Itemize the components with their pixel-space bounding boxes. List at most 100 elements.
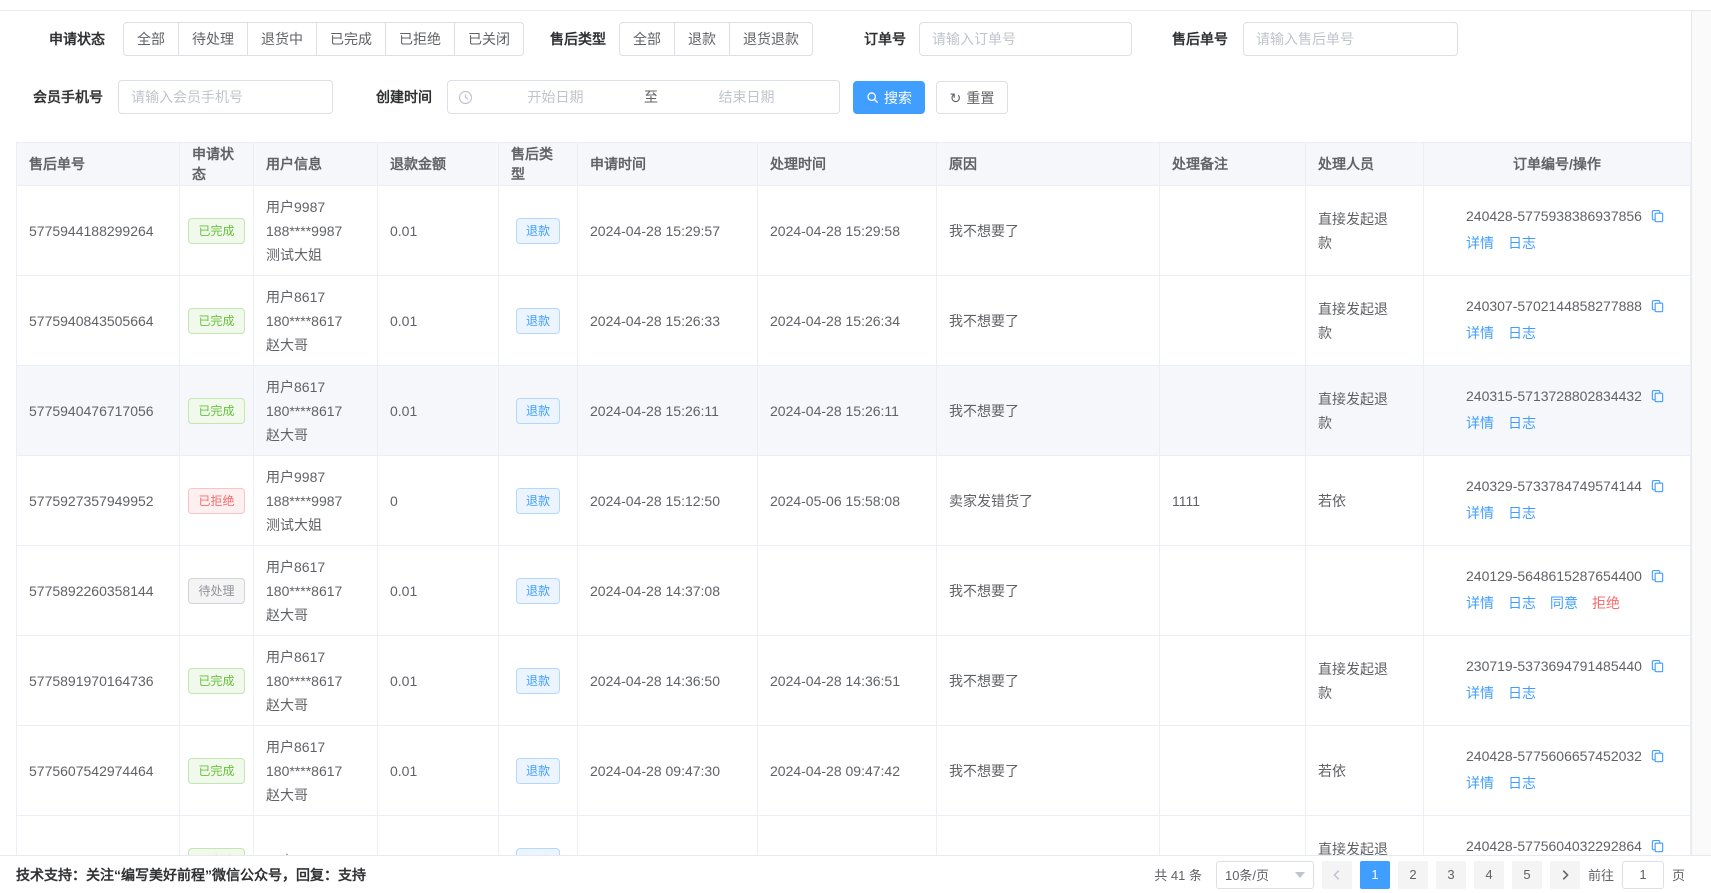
action-link[interactable]: 日志 bbox=[1508, 593, 1536, 613]
cell-type: 退款 bbox=[499, 366, 578, 456]
cell-user-info: 用户8617180****8617赵大哥 bbox=[254, 276, 378, 366]
cell-type: 退款 bbox=[499, 276, 578, 366]
action-link[interactable]: 日志 bbox=[1508, 233, 1536, 253]
service-no-input[interactable] bbox=[1243, 22, 1458, 56]
row-actions: 详情日志 bbox=[1466, 413, 1678, 433]
cell-remark bbox=[1160, 186, 1306, 276]
status-option-5[interactable]: 已关闭 bbox=[454, 22, 524, 56]
copy-icon[interactable] bbox=[1650, 209, 1665, 224]
handler-text: 若依 bbox=[1318, 759, 1346, 783]
cell-order-actions: 230719-5373694791485440详情日志 bbox=[1424, 636, 1691, 726]
cell-order-actions: 240329-5733784749574144详情日志 bbox=[1424, 456, 1691, 546]
type-option-1[interactable]: 退款 bbox=[674, 22, 730, 56]
pagination: 共 41 条 10条/页 12345 前往 页 bbox=[1154, 861, 1685, 889]
action-link[interactable]: 详情 bbox=[1466, 683, 1494, 703]
order-number: 240428-5775938386937856 bbox=[1466, 208, 1642, 224]
action-link[interactable]: 日志 bbox=[1508, 413, 1536, 433]
end-date-placeholder[interactable]: 结束日期 bbox=[664, 87, 829, 107]
status-option-3[interactable]: 已完成 bbox=[316, 22, 386, 56]
action-link[interactable]: 详情 bbox=[1466, 413, 1494, 433]
status-badge: 已完成 bbox=[188, 308, 244, 334]
cell-reason: 卖家发错货了 bbox=[937, 456, 1160, 546]
cell-handler: 直接发起退款 bbox=[1306, 366, 1424, 456]
action-link[interactable]: 详情 bbox=[1466, 233, 1494, 253]
page-button-2[interactable]: 2 bbox=[1398, 861, 1428, 889]
cell-service-no: 5775607542974464 bbox=[17, 726, 180, 816]
cell-apply-time: 2024-04-28 14:37:08 bbox=[578, 546, 758, 636]
copy-icon[interactable] bbox=[1650, 659, 1665, 674]
action-link[interactable]: 日志 bbox=[1508, 773, 1536, 793]
table-row: 5775927357949952 已拒绝用户9987188****9987测试大姐… bbox=[17, 456, 1691, 546]
status-badge: 已拒绝 bbox=[188, 488, 244, 514]
page-button-5[interactable]: 5 bbox=[1512, 861, 1542, 889]
support-text: 技术支持：关注“编写美好前程”微信公众号，回复：支持 bbox=[16, 865, 366, 885]
search-button-label: 搜索 bbox=[884, 88, 912, 108]
page-button-3[interactable]: 3 bbox=[1436, 861, 1466, 889]
cell-user-info: 用户8617 bbox=[254, 816, 378, 856]
order-number: 240428-5775606657452032 bbox=[1466, 748, 1642, 764]
action-link[interactable]: 详情 bbox=[1466, 773, 1494, 793]
action-link[interactable]: 日志 bbox=[1508, 503, 1536, 523]
cell-apply-time: 2024-04-28 15:12:50 bbox=[578, 456, 758, 546]
reset-button[interactable]: ↻ 重置 bbox=[936, 81, 1008, 114]
row-actions: 详情日志 bbox=[1466, 233, 1678, 253]
type-option-0[interactable]: 全部 bbox=[619, 22, 675, 56]
action-link[interactable]: 同意 bbox=[1550, 593, 1578, 613]
cell-user-info: 用户9987188****9987测试大姐 bbox=[254, 456, 378, 546]
copy-icon[interactable] bbox=[1650, 299, 1665, 314]
table-body: 5775944188299264已完成用户9987188****9987测试大姐… bbox=[17, 186, 1691, 856]
type-option-2[interactable]: 退货退款 bbox=[729, 22, 813, 56]
total-count: 共 41 条 bbox=[1154, 865, 1202, 884]
action-link[interactable]: 拒绝 bbox=[1592, 593, 1620, 613]
cell-handler: 若依 bbox=[1306, 726, 1424, 816]
cell-service-no: 5775891970164736 bbox=[17, 636, 180, 726]
cell-apply-time: 2024-04-28 14:36:50 bbox=[578, 636, 758, 726]
status-option-2[interactable]: 退货中 bbox=[247, 22, 317, 56]
copy-icon[interactable] bbox=[1650, 749, 1665, 764]
phone-input[interactable] bbox=[118, 80, 333, 114]
after-sales-page: 申请状态 全部待处理退货中已完成已拒绝已关闭 售后类型 全部退款退货退款 订单号… bbox=[0, 0, 1711, 893]
order-number: 240129-5648615287654400 bbox=[1466, 568, 1642, 584]
column-header: 处理人员 bbox=[1306, 143, 1424, 186]
prev-page-button[interactable] bbox=[1322, 861, 1352, 889]
cell-type: 退款 bbox=[499, 816, 578, 856]
cell-handle-time: 2024-04-28 09:47:42 bbox=[758, 726, 937, 816]
copy-icon[interactable] bbox=[1650, 479, 1665, 494]
action-link[interactable]: 详情 bbox=[1466, 593, 1494, 613]
cell-user-info: 用户8617180****8617赵大哥 bbox=[254, 546, 378, 636]
cell-apply-time: 2024-04-28 15:29:57 bbox=[578, 186, 758, 276]
page-size-select[interactable]: 10条/页 bbox=[1216, 861, 1314, 889]
vertical-scrollbar[interactable] bbox=[1691, 11, 1711, 893]
cell-service-no: 5775944188299264 bbox=[17, 186, 180, 276]
action-link[interactable]: 详情 bbox=[1466, 323, 1494, 343]
action-link[interactable]: 详情 bbox=[1466, 503, 1494, 523]
handler-text: 直接发起退款 bbox=[1318, 387, 1394, 435]
goto-page-input[interactable] bbox=[1622, 861, 1664, 889]
action-link[interactable]: 日志 bbox=[1508, 683, 1536, 703]
next-page-button[interactable] bbox=[1550, 861, 1580, 889]
action-link[interactable]: 日志 bbox=[1508, 323, 1536, 343]
status-option-0[interactable]: 全部 bbox=[123, 22, 179, 56]
cell-service-no: 5775927357949952 bbox=[17, 456, 180, 546]
page-button-4[interactable]: 4 bbox=[1474, 861, 1504, 889]
order-number: 240307-5702144858277888 bbox=[1466, 298, 1642, 314]
search-button[interactable]: 搜索 bbox=[853, 81, 925, 114]
cell-user-info: 用户9987188****9987测试大姐 bbox=[254, 186, 378, 276]
start-date-placeholder[interactable]: 开始日期 bbox=[473, 87, 638, 107]
page-button-1[interactable]: 1 bbox=[1360, 861, 1390, 889]
copy-icon[interactable] bbox=[1650, 389, 1665, 404]
copy-icon[interactable] bbox=[1650, 569, 1665, 584]
order-no-label: 订单号 bbox=[864, 22, 906, 56]
cell-handler: 直接发起退款 bbox=[1306, 186, 1424, 276]
handler-text: 直接发起退款 bbox=[1318, 207, 1394, 255]
column-header: 退款金额 bbox=[378, 143, 499, 186]
type-badge: 退款 bbox=[516, 848, 560, 856]
copy-icon[interactable] bbox=[1650, 839, 1665, 854]
cell-status: 已完成 bbox=[180, 276, 254, 366]
date-range-picker[interactable]: 开始日期 至 结束日期 bbox=[447, 80, 840, 114]
cell-remark bbox=[1160, 816, 1306, 856]
order-no-input[interactable] bbox=[919, 22, 1132, 56]
status-option-1[interactable]: 待处理 bbox=[178, 22, 248, 56]
status-badge: 待处理 bbox=[188, 578, 244, 604]
status-option-4[interactable]: 已拒绝 bbox=[385, 22, 455, 56]
